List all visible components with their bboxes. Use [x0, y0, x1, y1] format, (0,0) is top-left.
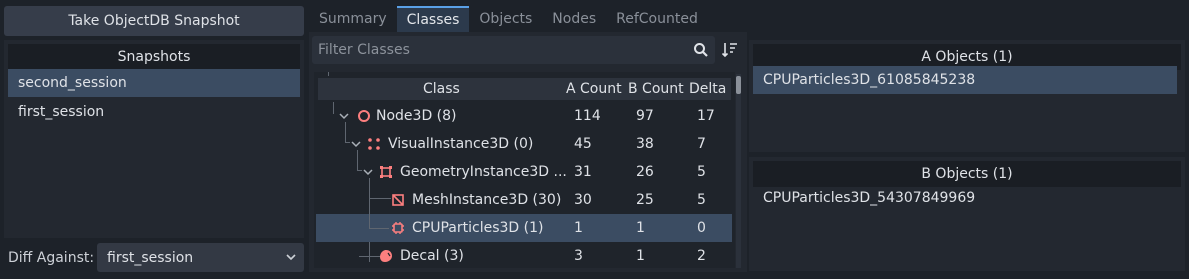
class-tree-header: Class A Count B Count Delta — [318, 78, 731, 100]
diff-against-value: first_session — [107, 249, 194, 266]
class-row-node3d[interactable]: Node3D (8) 114 97 17 — [316, 102, 732, 130]
column-a-count[interactable]: A Count — [566, 78, 622, 100]
tab-bar: Summary Classes Objects Nodes RefCounted — [309, 6, 708, 32]
cpuparticles3d-icon — [392, 222, 404, 234]
classes-panel: Filter Classes Class A Count B Count Del… — [309, 32, 747, 272]
class-row-meshinstance3d[interactable]: MeshInstance3D (30) 30 25 5 — [316, 186, 732, 214]
snapshot-item-first-session[interactable]: first_session — [8, 98, 300, 126]
class-row-visualinstance3d[interactable]: VisualInstance3D (0) 45 38 7 — [316, 130, 732, 158]
a-count: 31 — [574, 164, 592, 180]
a-objects-panel: A Objects (1) CPUParticles3D_61085845238 — [749, 40, 1185, 152]
a-count: 114 — [574, 108, 601, 124]
b-object-item[interactable]: CPUParticles3D_54307849969 — [753, 184, 1177, 212]
delta: 0 — [697, 220, 706, 236]
tab-summary[interactable]: Summary — [309, 6, 397, 32]
class-tree: Class A Count B Count Delta Node3D (8) 1… — [314, 72, 735, 268]
class-name: Node3D (8) — [376, 108, 457, 124]
chevron-down-icon — [286, 254, 296, 261]
chevron-down-icon[interactable] — [338, 110, 350, 122]
chevron-down-icon[interactable] — [350, 138, 362, 150]
a-count: 30 — [574, 192, 592, 208]
take-snapshot-button[interactable]: Take ObjectDB Snapshot — [4, 6, 304, 36]
column-class[interactable]: Class — [423, 78, 460, 100]
class-tree-scrollbar[interactable] — [736, 74, 741, 268]
class-name: MeshInstance3D (30) — [412, 192, 562, 208]
a-count: 1 — [574, 220, 583, 236]
diff-against-label: Diff Against: — [8, 250, 95, 266]
visualinstance3d-icon — [368, 138, 380, 150]
tab-classes[interactable]: Classes — [396, 6, 470, 32]
snapshots-header: Snapshots — [8, 44, 300, 70]
b-count: 38 — [636, 136, 654, 152]
search-icon — [694, 43, 708, 57]
class-name: VisualInstance3D (0) — [388, 136, 534, 152]
sort-icon[interactable] — [721, 41, 739, 59]
a-object-item[interactable]: CPUParticles3D_61085845238 — [753, 66, 1177, 94]
diff-against-select[interactable]: first_session — [97, 243, 304, 272]
b-objects-panel: B Objects (1) CPUParticles3D_54307849969 — [749, 157, 1185, 271]
class-row-geometryinstance3d[interactable]: GeometryInstance3D ... 31 26 5 — [316, 158, 732, 186]
node3d-icon — [358, 110, 370, 122]
delta: 2 — [697, 248, 706, 264]
column-b-count[interactable]: B Count — [628, 78, 684, 100]
class-row-cpuparticles3d[interactable]: CPUParticles3D (1) 1 1 0 — [316, 214, 732, 242]
delta: 5 — [697, 164, 706, 180]
tab-objects[interactable]: Objects — [469, 6, 542, 32]
a-count: 3 — [574, 248, 583, 264]
delta: 5 — [697, 192, 706, 208]
b-count: 1 — [636, 248, 645, 264]
class-row-decal[interactable]: Decal (3) 3 1 2 — [316, 242, 732, 268]
b-count: 25 — [636, 192, 654, 208]
snapshot-item-second-session[interactable]: second_session — [8, 69, 300, 97]
class-name: CPUParticles3D (1) — [412, 220, 544, 236]
filter-classes-input[interactable]: Filter Classes — [312, 36, 715, 64]
snapshots-panel: Snapshots second_session first_session — [4, 40, 304, 238]
class-name: Decal (3) — [400, 248, 464, 264]
chevron-down-icon[interactable] — [362, 166, 374, 178]
filter-placeholder: Filter Classes — [318, 42, 410, 58]
delta: 17 — [697, 108, 715, 124]
b-count: 97 — [636, 108, 654, 124]
class-name: GeometryInstance3D ... — [400, 164, 567, 180]
scrollbar-thumb[interactable] — [736, 76, 741, 94]
geometryinstance3d-icon — [380, 166, 392, 178]
column-delta[interactable]: Delta — [689, 78, 726, 100]
meshinstance3d-icon — [392, 194, 404, 206]
b-count: 26 — [636, 164, 654, 180]
a-count: 45 — [574, 136, 592, 152]
tab-nodes[interactable]: Nodes — [542, 6, 606, 32]
delta: 7 — [697, 136, 706, 152]
tab-refcounted[interactable]: RefCounted — [606, 6, 708, 32]
b-count: 1 — [636, 220, 645, 236]
decal-icon — [380, 250, 392, 262]
